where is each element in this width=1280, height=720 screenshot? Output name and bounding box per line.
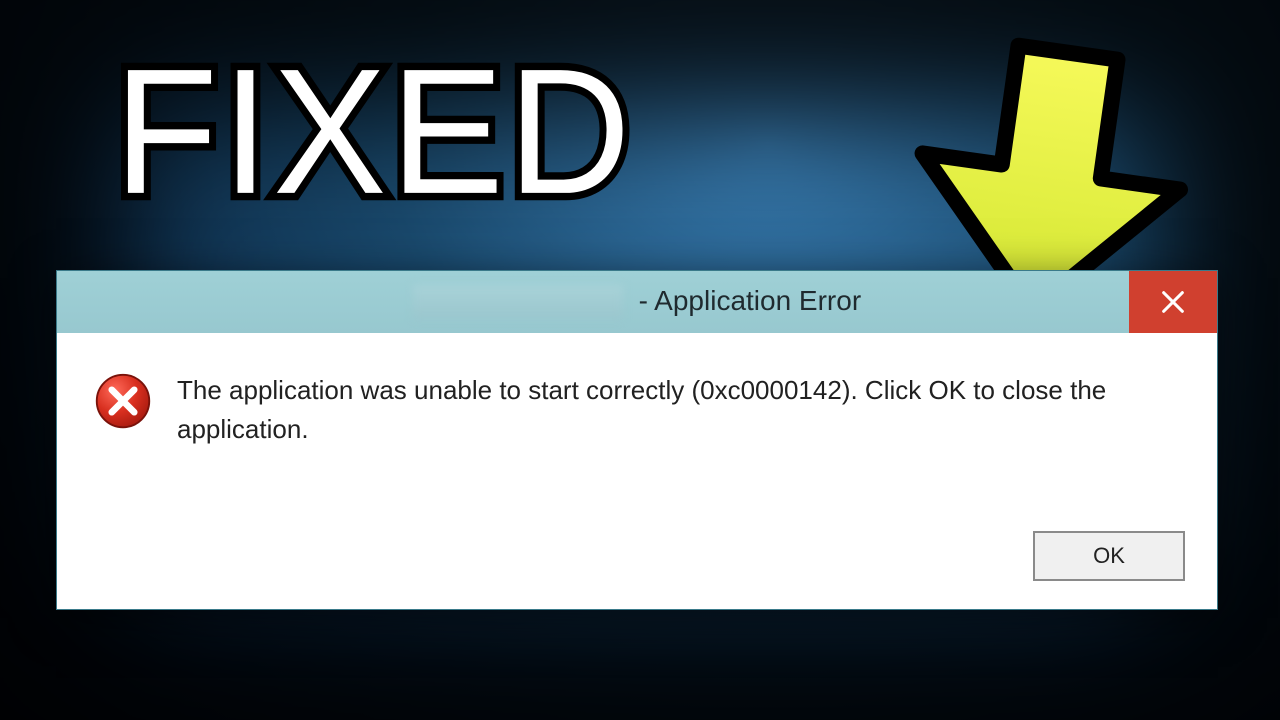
error-icon bbox=[93, 371, 153, 431]
close-button[interactable] bbox=[1129, 271, 1217, 333]
dialog-body: The application was unable to start corr… bbox=[57, 333, 1217, 449]
ok-button[interactable]: OK bbox=[1033, 531, 1185, 581]
close-icon bbox=[1159, 288, 1187, 316]
dialog-title: - Application Error bbox=[413, 285, 861, 320]
dialog-title-text: - Application Error bbox=[639, 285, 862, 316]
error-dialog: - Application Error The application was … bbox=[56, 270, 1218, 610]
error-message: The application was unable to start corr… bbox=[177, 371, 1137, 449]
dialog-titlebar[interactable]: - Application Error bbox=[57, 271, 1217, 333]
redacted-app-name bbox=[413, 285, 623, 319]
thumbnail-headline: FIXED bbox=[114, 29, 635, 235]
dialog-button-row: OK bbox=[1033, 531, 1185, 581]
